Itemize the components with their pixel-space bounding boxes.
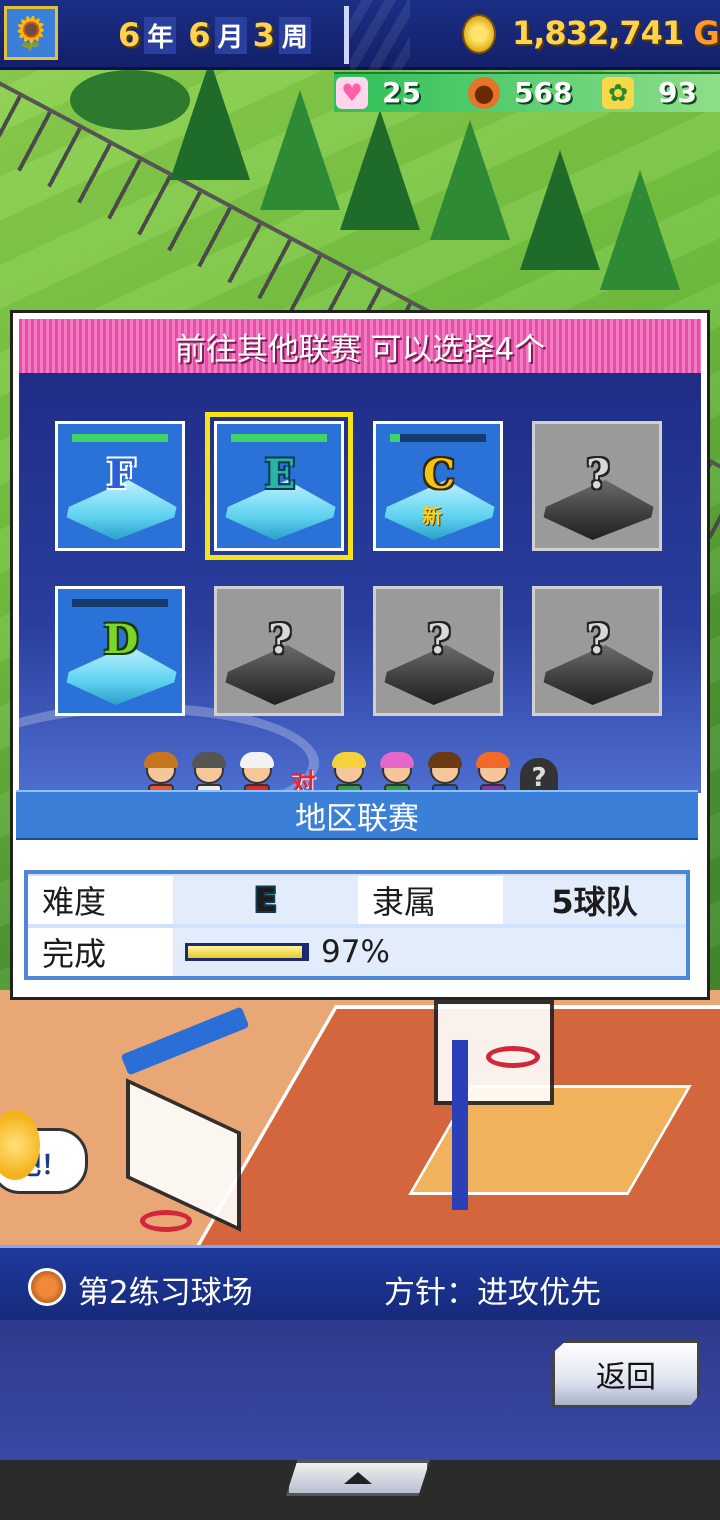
sunflower-icon[interactable]: 🌻 <box>4 6 58 60</box>
bush <box>70 70 190 130</box>
stat-value: 25 <box>382 76 421 109</box>
league-tile-c[interactable]: C 新 <box>373 421 503 551</box>
league-grade-label: F <box>106 451 136 498</box>
stat-value: 93 <box>658 76 697 109</box>
league-tile-f[interactable]: F <box>55 421 185 551</box>
league-grade-label: D <box>103 616 139 663</box>
league-progress-bar <box>72 434 168 442</box>
stat-basketballs: ● 568 <box>468 76 572 109</box>
league-tile-e[interactable]: E <box>205 412 353 560</box>
league-grade-label: C <box>423 451 455 498</box>
hoop-rim <box>140 1210 192 1232</box>
calendar-date: 6 年 6 月 3 周 <box>118 16 319 54</box>
sprout-icon: ✿ <box>602 76 634 109</box>
month-unit: 月 <box>214 17 247 54</box>
coin-icon <box>462 14 496 54</box>
basketball-icon: ● <box>468 76 500 109</box>
week-value: 3 <box>252 16 275 54</box>
back-button[interactable]: 返回 <box>552 1340 700 1408</box>
locked-question-icon: ? <box>268 616 292 663</box>
opponent-avatar <box>472 752 514 808</box>
team-policy: 方针：进攻优先 <box>384 1275 601 1311</box>
league-tile-locked[interactable]: ? <box>532 586 662 716</box>
player-avatar <box>140 752 182 808</box>
hoop-rim <box>486 1046 540 1068</box>
new-badge: 新 <box>422 504 442 528</box>
hud-stripe <box>350 0 410 70</box>
money-value: 1,832,741 <box>512 14 684 52</box>
unknown-opponent-icon: ? <box>520 758 559 808</box>
league-tile-locked[interactable]: ? <box>532 421 662 551</box>
opponent-avatar <box>424 752 466 808</box>
dialog-title: 前往其他联赛 可以选择4个 <box>19 319 701 373</box>
hoop-pole <box>452 1040 468 1210</box>
league-progress-bar <box>72 599 168 607</box>
league-tile-locked[interactable]: ? <box>373 586 503 716</box>
league-grade-label: E <box>264 451 296 498</box>
heart-icon: ♥ <box>336 76 368 109</box>
facility-status-bar: 第2练习球场 方针：进攻优先 <box>0 1245 720 1320</box>
tree <box>600 170 680 290</box>
league-tile-locked[interactable]: ? <box>214 586 344 716</box>
matchup-players: 对 ? <box>140 752 660 808</box>
top-hud: 🌻 6 年 6 月 3 周 1,832,741 G <box>0 0 720 70</box>
opponent-avatar <box>376 752 418 808</box>
league-tile-d[interactable]: D <box>55 586 185 716</box>
locked-question-icon: ? <box>427 616 451 663</box>
money-unit: G <box>693 14 719 52</box>
year-unit: 年 <box>144 17 177 54</box>
month-value: 6 <box>188 16 211 54</box>
locked-question-icon: ? <box>586 451 610 498</box>
tree <box>340 110 420 230</box>
tree <box>520 150 600 270</box>
basketball-icon <box>28 1268 66 1306</box>
hud-divider <box>344 6 349 64</box>
locked-question-icon: ? <box>586 616 610 663</box>
opponent-avatar <box>328 752 370 808</box>
tree <box>170 60 250 180</box>
court-name: 第2练习球场 <box>78 1275 253 1311</box>
stat-sprout: ✿ 93 <box>602 76 697 109</box>
tree <box>430 120 510 240</box>
menu-tray-button[interactable] <box>286 1460 430 1496</box>
stat-popularity: ♥ 25 <box>336 76 421 109</box>
league-progress-bar <box>390 434 486 442</box>
stat-value: 568 <box>514 76 573 109</box>
resource-bar: ♥ 25 ● 568 ✿ 93 <box>334 72 720 112</box>
money-display: 1,832,741 G <box>512 14 720 52</box>
week-unit: 周 <box>278 17 311 54</box>
year-value: 6 <box>118 16 141 54</box>
chevron-up-icon <box>344 1472 372 1484</box>
tree <box>260 90 340 210</box>
league-progress-bar <box>231 434 327 442</box>
player-avatar <box>188 752 230 808</box>
versus-label: 对 <box>290 769 317 799</box>
player-avatar <box>236 752 278 808</box>
